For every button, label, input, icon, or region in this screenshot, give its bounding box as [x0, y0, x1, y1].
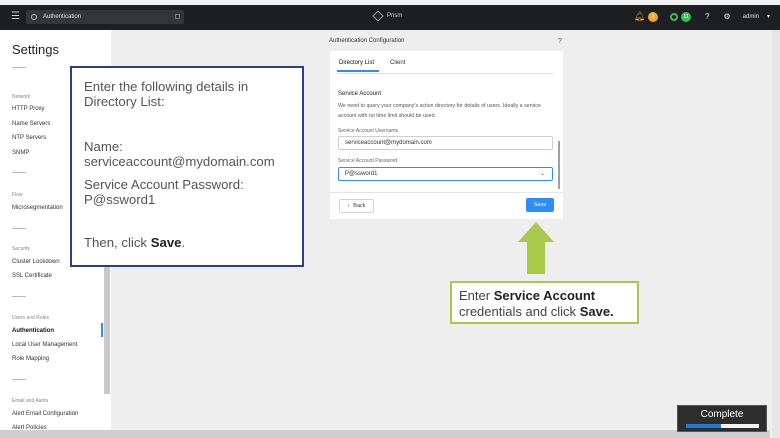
username-value: serviceaccount@mydomain.com	[345, 140, 432, 146]
brand-name: Prism	[387, 13, 403, 19]
divider	[12, 296, 26, 297]
hint-callout: Enter Service Account credentials and cl…	[450, 281, 639, 324]
callout-intro: Enter the following details in Directory…	[84, 79, 249, 109]
sidebar-item-ssl-certificate[interactable]: SSL Certificate	[12, 273, 52, 279]
password-label: Service Account Password	[338, 158, 398, 164]
prism-logo-icon	[372, 10, 384, 22]
chevron-down-icon[interactable]: ⌄	[540, 170, 545, 177]
search-icon	[31, 14, 37, 20]
horizontal-scrollbar[interactable]	[0, 430, 770, 438]
sidebar-item-snmp[interactable]: SNMP	[12, 150, 29, 156]
callout-password-label: Service Account Password:	[84, 177, 244, 192]
sidebar-section-flow: Flow	[12, 192, 23, 198]
sidebar-item-microsegmentation[interactable]: Microsegmentation	[12, 205, 63, 211]
active-indicator	[101, 323, 103, 337]
section-title: Service Account	[338, 91, 382, 97]
username-label: Service Account Username	[338, 128, 399, 134]
search-text: Authentication	[43, 14, 82, 20]
divider	[12, 228, 26, 229]
save-button-label: Save	[533, 202, 547, 208]
sidebar-item-local-user-management[interactable]: Local User Management	[12, 342, 77, 348]
instruction-callout: Enter the following details in Directory…	[70, 66, 304, 267]
hint-rest: credentials and click	[459, 304, 577, 319]
hint-enter: Enter	[459, 288, 491, 303]
progress-track	[686, 424, 759, 428]
callout-name-label: Name:	[84, 139, 123, 154]
divider	[330, 192, 563, 193]
callout-then-save: Save	[150, 235, 182, 250]
callout-password-value: P@ssword1	[84, 192, 156, 207]
help-icon[interactable]: ?	[558, 38, 562, 45]
callout-name-value: serviceaccount@mydomain.com	[84, 154, 275, 169]
chevron-down-icon[interactable]: ▾	[767, 13, 770, 20]
sidebar-section-users-roles: Users and Roles	[12, 315, 49, 321]
active-tab-indicator	[337, 70, 379, 72]
sidebar-item-alert-email-configuration[interactable]: Alert Email Configuration	[12, 411, 78, 417]
user-menu[interactable]: admin	[743, 14, 759, 20]
tab-directory-list[interactable]: Directory List	[339, 60, 374, 66]
task-count-badge[interactable]: 11	[681, 11, 692, 22]
sidebar-scrollbar[interactable]	[104, 264, 110, 394]
service-account-password-field[interactable]: P@ssword1 ⌄	[338, 167, 553, 181]
chevron-left-icon: ‹	[347, 203, 350, 209]
hint-service-account: Service Account	[493, 288, 596, 303]
sidebar-item-role-mapping[interactable]: Role Mapping	[12, 356, 49, 362]
hint-save: Save.	[579, 304, 614, 319]
authentication-configuration-panel: Directory List Client Service Account We…	[330, 51, 563, 219]
back-button-label: Back	[353, 203, 366, 209]
completion-progress: Complete	[677, 405, 767, 432]
sidebar-item-authentication[interactable]: Authentication	[12, 328, 54, 334]
sidebar-item-ntp-servers[interactable]: NTP Servers	[12, 135, 46, 141]
back-button[interactable]: ‹ Back	[339, 199, 374, 213]
sidebar-item-http-proxy[interactable]: HTTP Proxy	[12, 106, 45, 112]
help-icon[interactable]: ?	[705, 12, 709, 21]
top-navigation-bar: ☰ Authentication Prism 🔔︎ 2 11 ? ⚙ admin…	[0, 5, 780, 30]
topbar-actions: 🔔︎ 2 11 ? ⚙ admin ▾	[634, 11, 770, 22]
sidebar-section-security: Security	[12, 246, 31, 252]
divider	[12, 67, 26, 68]
progress-label: Complete	[700, 409, 744, 420]
password-value: P@ssword1	[345, 171, 378, 177]
hamburger-icon[interactable]: ☰	[11, 11, 20, 22]
hint-line-2: credentials and click Save.	[459, 304, 630, 320]
settings-icon[interactable]: ⚙	[723, 12, 730, 21]
sidebar-title: Settings	[12, 42, 59, 57]
vertical-scrollbar[interactable]	[772, 30, 780, 438]
sidebar-section-network: Network	[12, 94, 31, 100]
bell-icon[interactable]: 🔔︎	[634, 11, 645, 22]
service-account-username-field[interactable]: serviceaccount@mydomain.com	[338, 136, 553, 150]
arrow-up-icon	[518, 222, 554, 274]
search-input[interactable]: Authentication	[26, 10, 184, 24]
hint-line-1: Enter Service Account	[459, 288, 630, 304]
section-description: We need to query your company's active d…	[338, 103, 541, 119]
divider	[337, 73, 554, 74]
sidebar-item-cluster-lockdown[interactable]: Cluster Lockdown	[12, 259, 60, 265]
progress-fill	[686, 424, 722, 428]
clear-search-icon[interactable]	[175, 14, 180, 19]
callout-then-period: .	[181, 235, 186, 250]
task-status-icon[interactable]	[670, 12, 679, 21]
sidebar-section-email-alerts: Email and Alerts	[12, 398, 49, 404]
callout-then-text: Then, click	[84, 235, 148, 250]
sidebar-item-name-servers[interactable]: Name Servers	[12, 121, 50, 127]
divider	[12, 172, 26, 173]
callout-then: Then, click Save.	[84, 235, 290, 250]
save-button[interactable]: Save	[526, 198, 554, 212]
divider	[12, 379, 26, 380]
panel-title: Authentication Configuration	[329, 38, 405, 44]
brand: Prism	[372, 10, 403, 22]
tab-client[interactable]: Client	[390, 60, 405, 66]
panel-scrollbar[interactable]	[558, 141, 560, 189]
alert-count-badge[interactable]: 2	[648, 11, 659, 22]
